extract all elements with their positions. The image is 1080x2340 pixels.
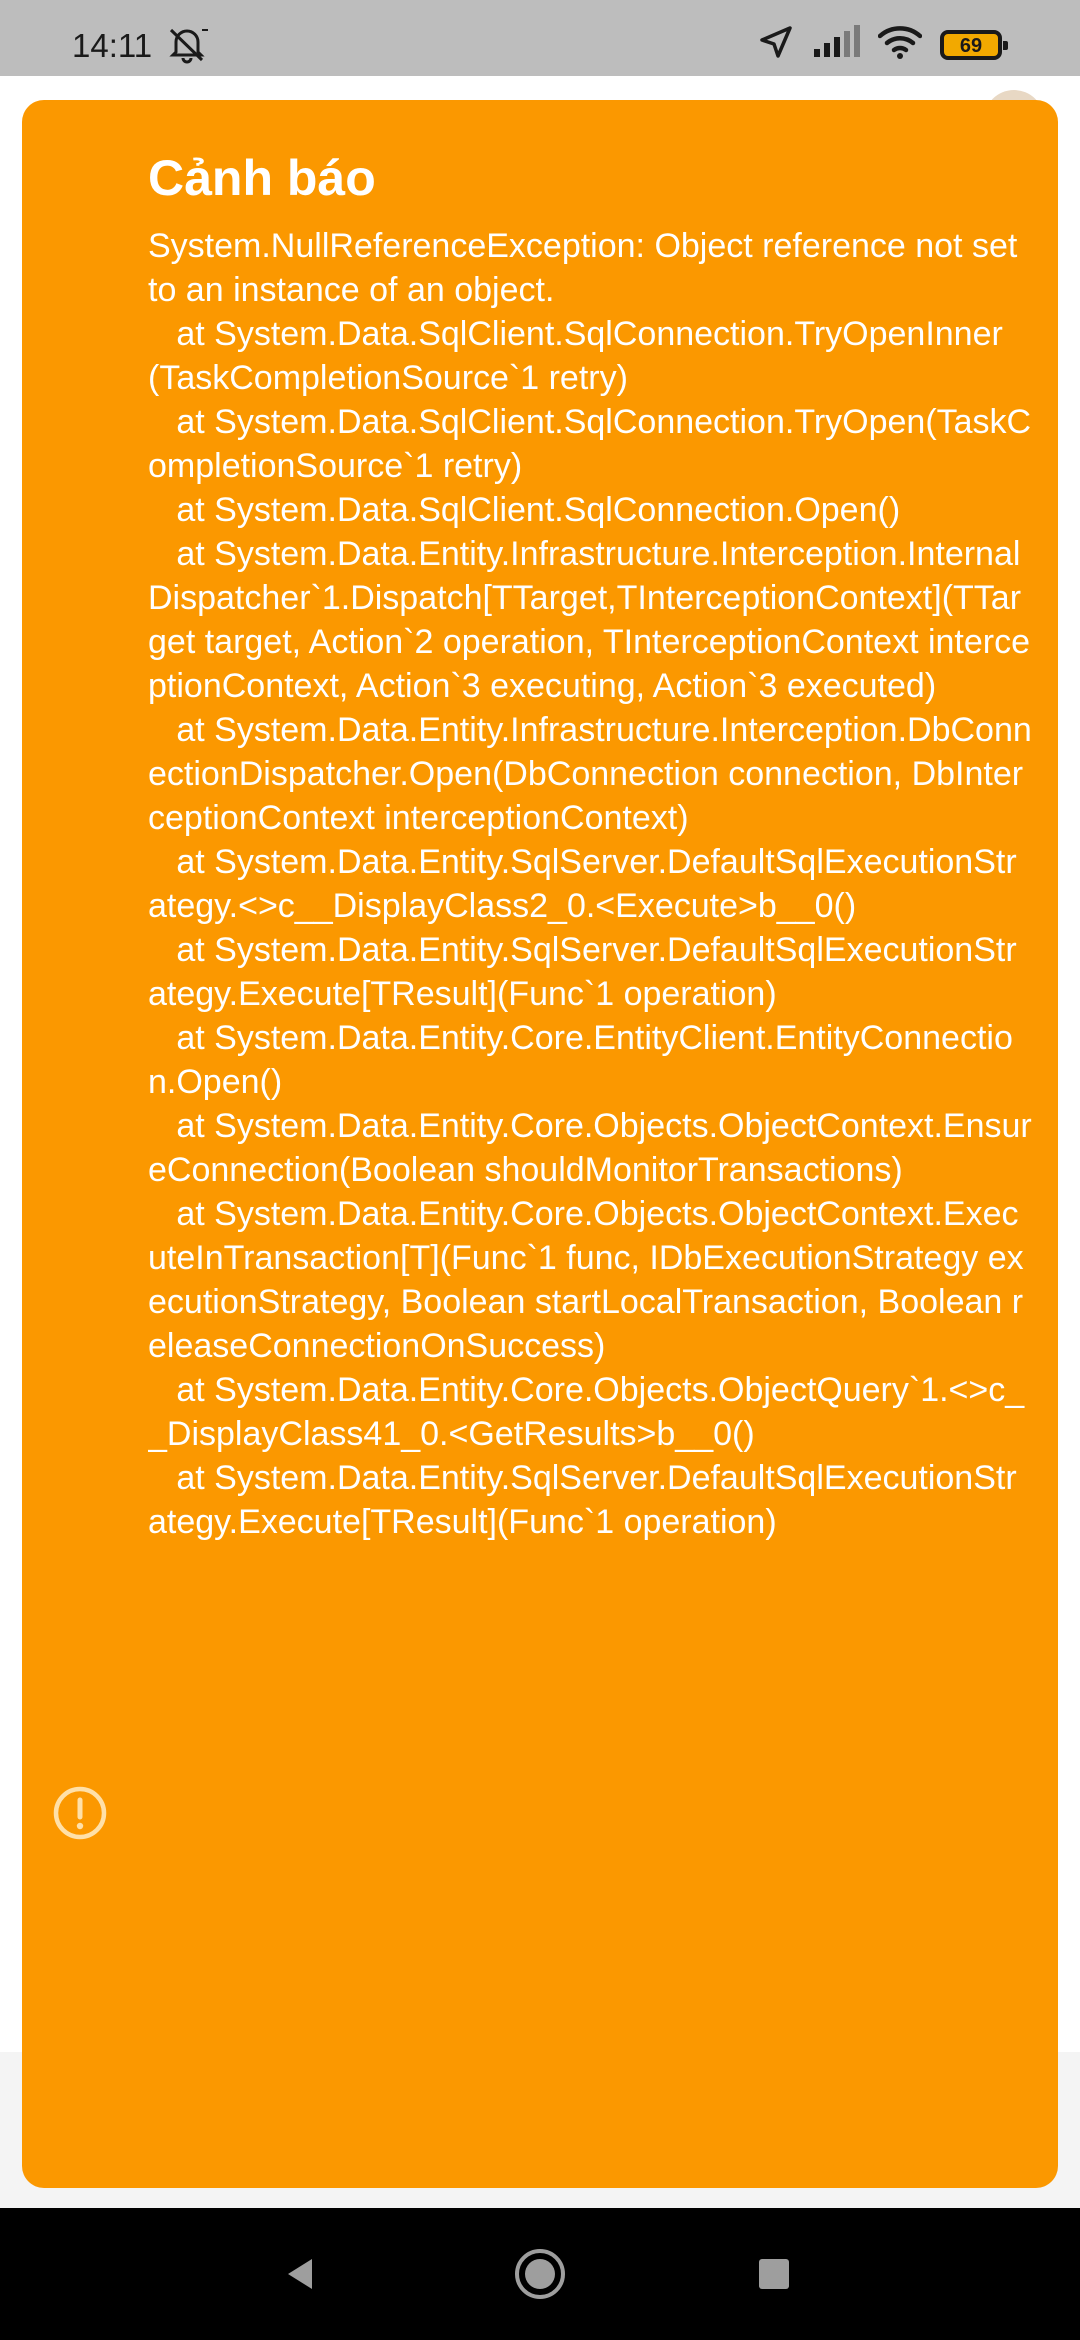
home-icon — [515, 2249, 565, 2299]
back-icon — [288, 2259, 312, 2289]
recents-button[interactable] — [714, 2208, 834, 2340]
battery-level: 69 — [959, 34, 983, 57]
battery-icon: 69 — [940, 29, 1008, 60]
dialog-message: System.NullReferenceException: Object re… — [148, 227, 1032, 1541]
location-arrow-icon — [758, 24, 794, 65]
dialog-title: Cảnh báo — [148, 150, 376, 206]
navigation-bar — [0, 2208, 1080, 2340]
warning-dialog[interactable]: Cảnh báo System.NullReferenceException: … — [22, 100, 1058, 2188]
signal-icon — [812, 25, 860, 64]
status-bar: 14:11 69 — [0, 0, 1080, 76]
home-button[interactable] — [480, 2208, 600, 2340]
recents-icon — [759, 2259, 789, 2289]
warning-circle-icon — [52, 1785, 108, 1841]
wifi-icon — [877, 24, 923, 65]
mute-icon — [164, 24, 210, 69]
back-button[interactable] — [240, 2208, 360, 2340]
status-time: 14:11 — [72, 27, 153, 64]
